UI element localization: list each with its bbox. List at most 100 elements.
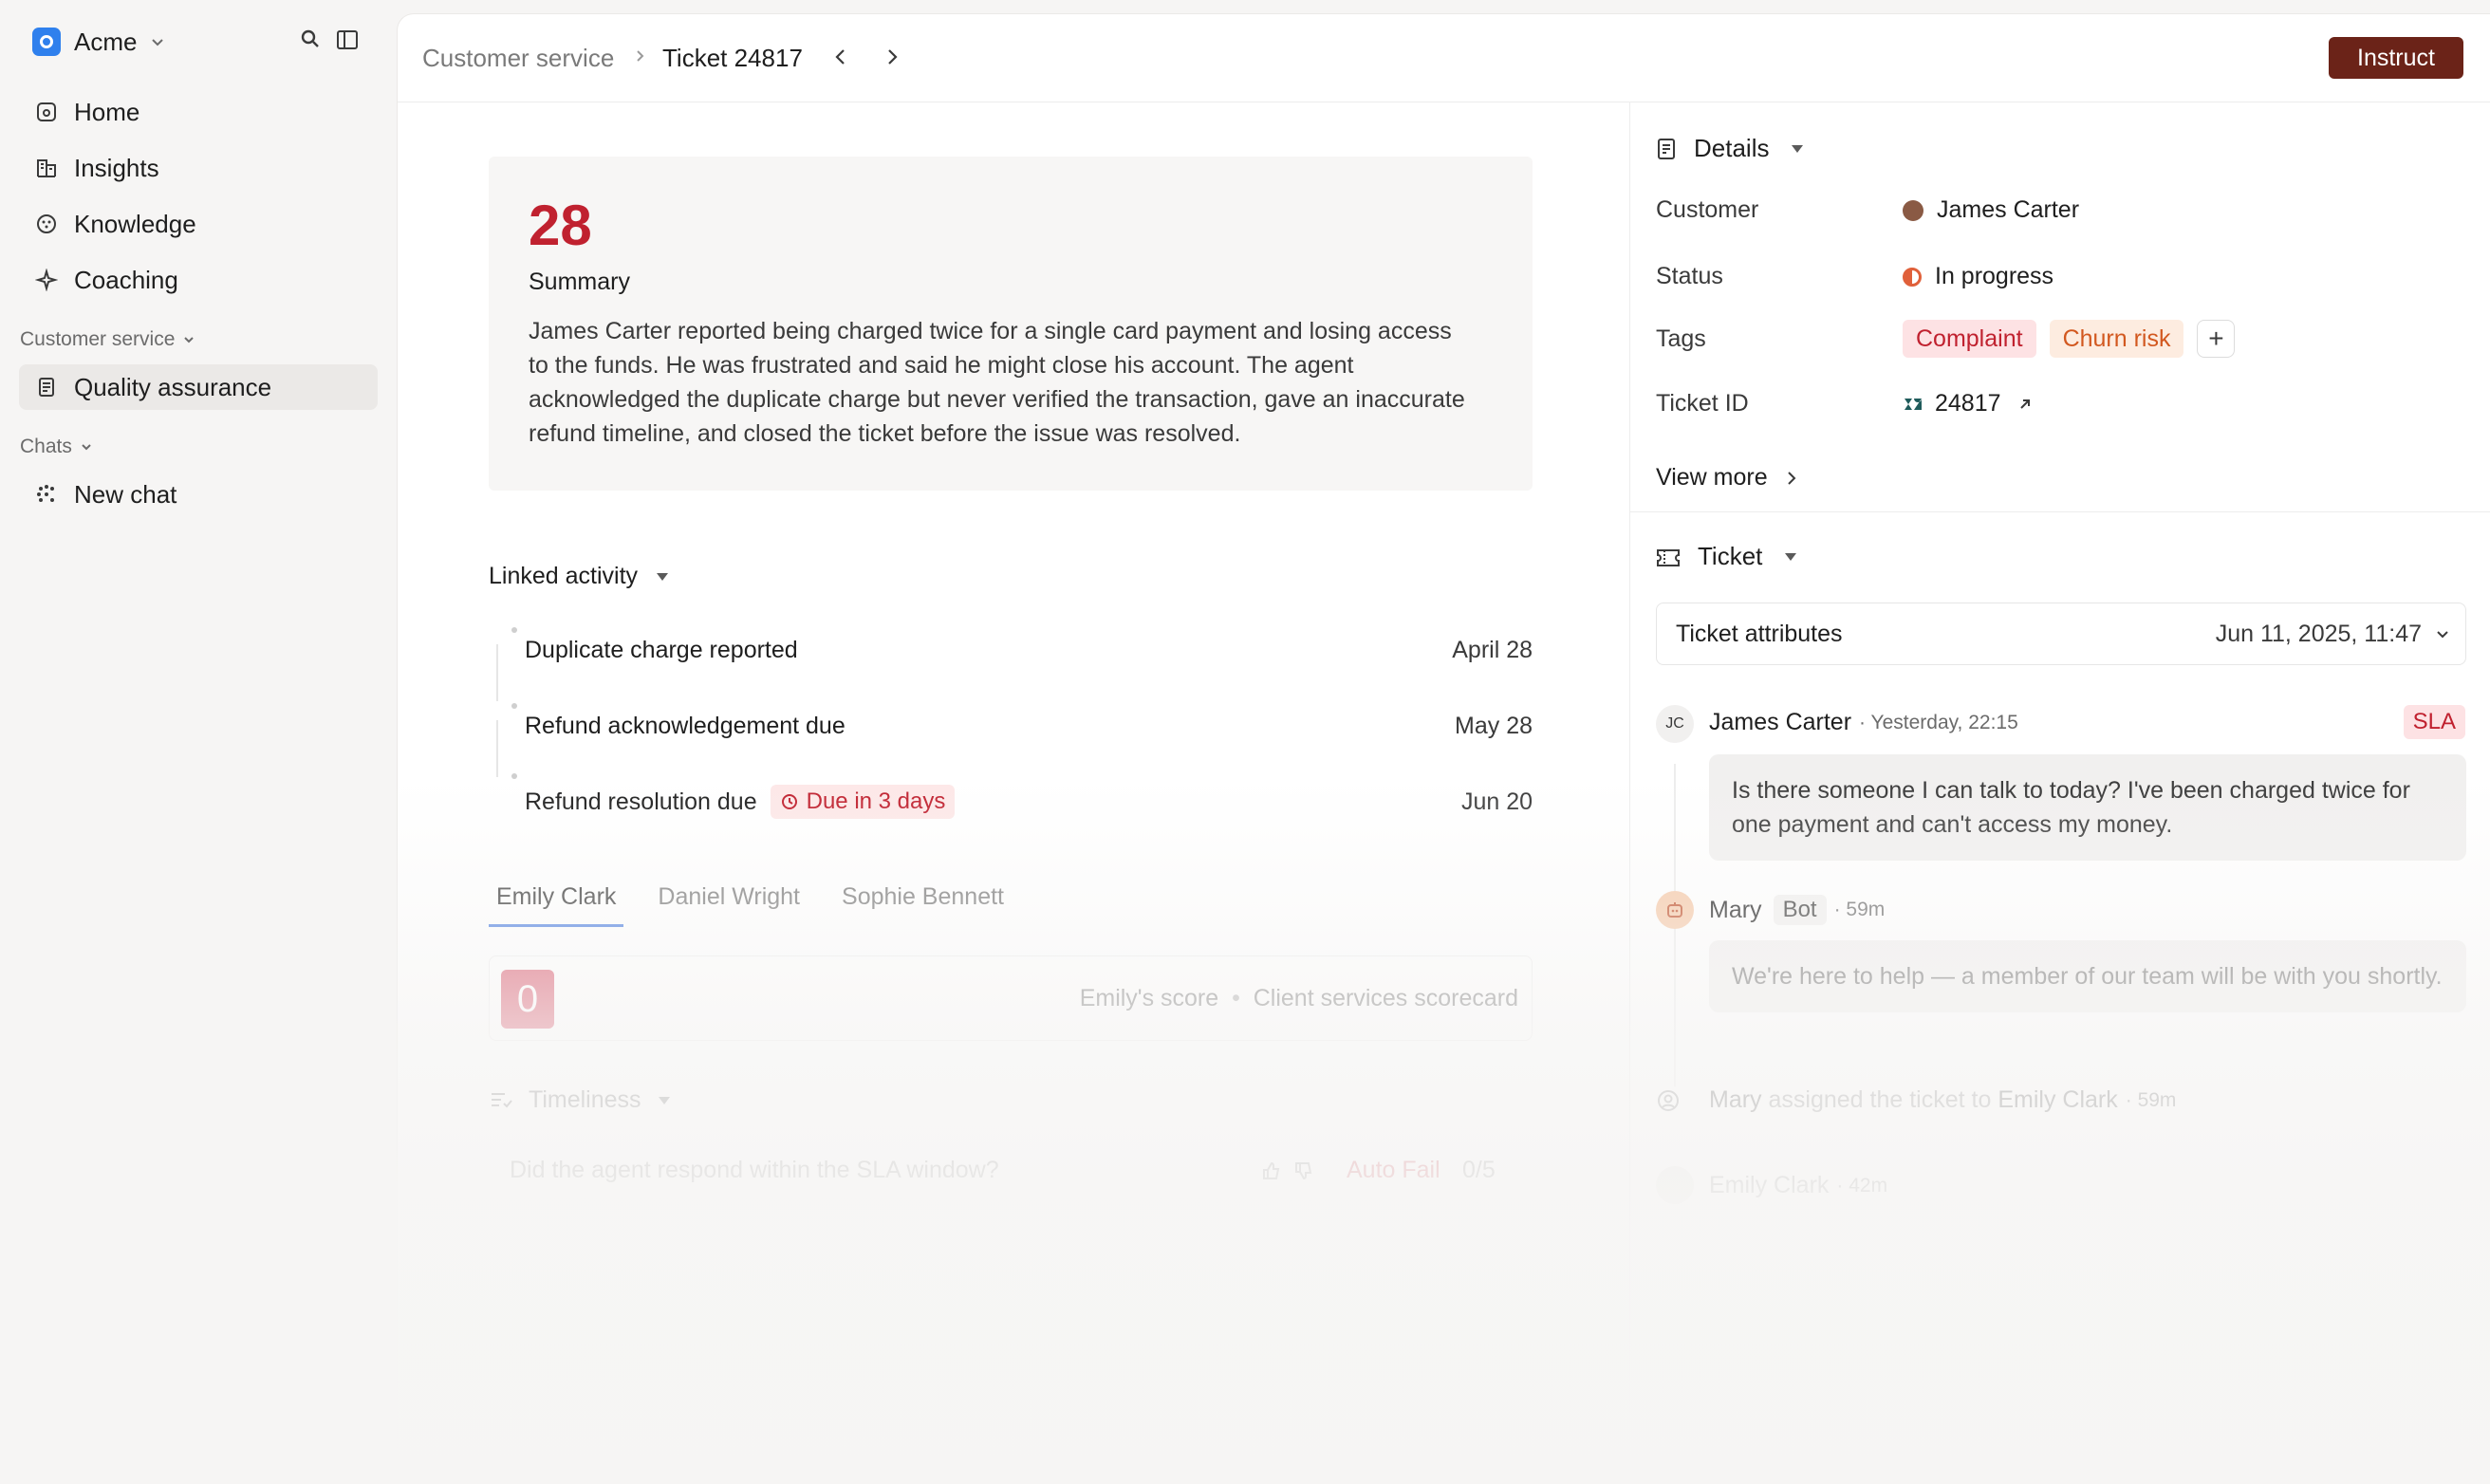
message-author: Mary Bot · 59m bbox=[1709, 895, 1885, 925]
view-more-link[interactable]: View more bbox=[1656, 464, 1798, 492]
caret-down-icon bbox=[1785, 552, 1797, 561]
tab-daniel-wright[interactable]: Daniel Wright bbox=[650, 883, 808, 927]
zendesk-icon bbox=[1905, 398, 1922, 410]
bot-badge: Bot bbox=[1773, 895, 1827, 925]
details-header[interactable]: Details bbox=[1656, 134, 1805, 163]
sidebar-toggle-icon[interactable] bbox=[336, 28, 359, 51]
main-panel: Customer service Ticket 24817 Instruct 2… bbox=[397, 13, 2490, 1484]
chevron-right-icon bbox=[637, 50, 644, 62]
ticket-icon bbox=[1657, 548, 1680, 566]
breadcrumb-parent[interactable]: Customer service bbox=[422, 44, 614, 73]
thumbs-up-icon[interactable] bbox=[1261, 1160, 1282, 1181]
question-points: 0/5 bbox=[1462, 1157, 1496, 1183]
summary-card: 28 Summary James Carter reported being c… bbox=[489, 157, 1533, 491]
tag-complaint[interactable]: Complaint bbox=[1903, 320, 2036, 358]
ticket-attributes-dropdown[interactable]: Ticket attributes Jun 11, 2025, 11:47 bbox=[1656, 603, 2466, 665]
sidebar-item-coaching[interactable]: Coaching bbox=[19, 257, 378, 303]
caret-down-icon bbox=[657, 572, 669, 581]
status-value[interactable]: In progress bbox=[1903, 263, 2053, 290]
activity-item[interactable]: Duplicate charge reported April 28 bbox=[511, 627, 1533, 664]
sidebar-item-label: Knowledge bbox=[74, 209, 196, 238]
knowledge-icon bbox=[34, 212, 59, 236]
feedback-buttons bbox=[1261, 1160, 1314, 1181]
activity-date: May 28 bbox=[1455, 713, 1533, 739]
dots-grid-icon bbox=[34, 482, 59, 507]
customer-value[interactable]: James Carter bbox=[1903, 196, 2079, 224]
sidebar-item-label: New chat bbox=[74, 479, 177, 509]
section-customer-service[interactable]: Customer service bbox=[20, 328, 195, 351]
summary-title: Summary bbox=[529, 269, 630, 295]
top-bar: Customer service Ticket 24817 Instruct bbox=[398, 14, 2490, 102]
chevron-down-icon bbox=[152, 39, 164, 46]
avatar bbox=[1656, 1166, 1694, 1204]
customer-label: Customer bbox=[1656, 196, 1759, 223]
avatar bbox=[1903, 199, 1923, 221]
instruct-button[interactable]: Instruct bbox=[2329, 37, 2463, 79]
sidebar: Acme Home Insights Knowledge Coaching Cu… bbox=[0, 0, 397, 1484]
search-icon[interactable] bbox=[300, 28, 321, 49]
acme-logo-icon bbox=[32, 28, 61, 56]
ticket-id-value[interactable]: 24817 bbox=[1903, 390, 2034, 417]
ticket-attributes-date: Jun 11, 2025, 11:47 bbox=[2215, 621, 2422, 647]
tag-churn-risk[interactable]: Churn risk bbox=[2049, 320, 2184, 358]
timeline-dot bbox=[511, 627, 517, 633]
document-icon bbox=[34, 375, 59, 399]
message-bubble: Is there someone I can talk to today? I'… bbox=[1709, 754, 2466, 861]
sidebar-item-insights[interactable]: Insights bbox=[19, 145, 378, 191]
next-ticket-icon[interactable] bbox=[882, 46, 902, 67]
sidebar-item-new-chat[interactable]: New chat bbox=[19, 472, 378, 517]
sidebar-item-label: Quality assurance bbox=[74, 372, 272, 401]
activity-item[interactable]: Refund resolution due Due in 3 days Jun … bbox=[511, 773, 1533, 821]
breadcrumb-current: Ticket 24817 bbox=[662, 44, 803, 72]
chevron-down-icon bbox=[82, 444, 91, 451]
sparkle-icon bbox=[34, 268, 59, 292]
timeliness-header[interactable]: Timeliness bbox=[489, 1086, 672, 1114]
tags-list: Complaint Churn risk + bbox=[1903, 320, 2236, 358]
insights-icon bbox=[34, 156, 59, 180]
ticket-header[interactable]: Ticket bbox=[1656, 542, 1798, 571]
chevron-down-icon bbox=[2437, 631, 2448, 639]
tab-emily-clark[interactable]: Emily Clark bbox=[489, 883, 624, 927]
sidebar-item-label: Coaching bbox=[74, 265, 178, 294]
in-progress-icon bbox=[1903, 267, 1922, 287]
avatar: JC bbox=[1656, 705, 1694, 743]
caret-down-icon bbox=[1792, 144, 1804, 153]
activity-date: April 28 bbox=[1452, 637, 1533, 663]
previous-ticket-icon[interactable] bbox=[830, 46, 851, 67]
activity-date: Jun 20 bbox=[1460, 788, 1533, 815]
sidebar-item-knowledge[interactable]: Knowledge bbox=[19, 201, 378, 247]
summary-score: 28 bbox=[529, 194, 592, 257]
agent-scorecard[interactable]: 0 Emily's score • Client services scorec… bbox=[489, 955, 1533, 1041]
clock-icon bbox=[781, 794, 797, 809]
chevron-right-icon bbox=[1787, 471, 1796, 485]
assignment-event: Mary assigned the ticket to Emily Clark … bbox=[1656, 1086, 2176, 1114]
add-tag-button[interactable]: + bbox=[2197, 320, 2236, 358]
sidebar-item-home[interactable]: Home bbox=[19, 89, 378, 135]
sidebar-item-quality-assurance[interactable]: Quality assurance bbox=[19, 364, 378, 410]
bot-avatar-icon bbox=[1656, 891, 1694, 929]
timeliness-question: Did the agent respond within the SLA win… bbox=[510, 1157, 999, 1183]
agent-tabs: Emily Clark Daniel Wright Sophie Bennett bbox=[489, 883, 1038, 927]
thumbs-down-icon[interactable] bbox=[1293, 1160, 1314, 1181]
message-author: James Carter · Yesterday, 22:15 bbox=[1709, 709, 2018, 735]
summary-text: James Carter reported being charged twic… bbox=[529, 318, 1465, 447]
status-label: Status bbox=[1656, 263, 1723, 289]
timeline-line bbox=[496, 720, 498, 777]
chevron-down-icon bbox=[184, 337, 195, 343]
section-chats[interactable]: Chats bbox=[20, 436, 93, 458]
column-divider bbox=[1629, 102, 1630, 1484]
due-badge: Due in 3 days bbox=[770, 785, 956, 819]
scorecard-label: Emily's score • Client services scorecar… bbox=[1079, 985, 1518, 1011]
workspace-switcher[interactable]: Acme bbox=[32, 25, 167, 59]
message-bubble: We're here to help — a member of our tea… bbox=[1709, 940, 2466, 1012]
message-author: Emily Clark · 42m bbox=[1709, 1172, 1888, 1198]
ticket-id-label: Ticket ID bbox=[1656, 390, 1749, 417]
external-link-icon bbox=[2019, 399, 2030, 409]
caret-down-icon bbox=[658, 1096, 670, 1104]
linked-activity-header[interactable]: Linked activity bbox=[489, 563, 670, 590]
auto-fail-badge: Auto Fail bbox=[1347, 1157, 1440, 1183]
tab-sophie-bennett[interactable]: Sophie Bennett bbox=[834, 883, 1012, 927]
sidebar-item-label: Insights bbox=[74, 153, 159, 182]
activity-item[interactable]: Refund acknowledgement due May 28 bbox=[511, 703, 1533, 740]
user-circle-icon bbox=[1658, 1089, 1679, 1111]
